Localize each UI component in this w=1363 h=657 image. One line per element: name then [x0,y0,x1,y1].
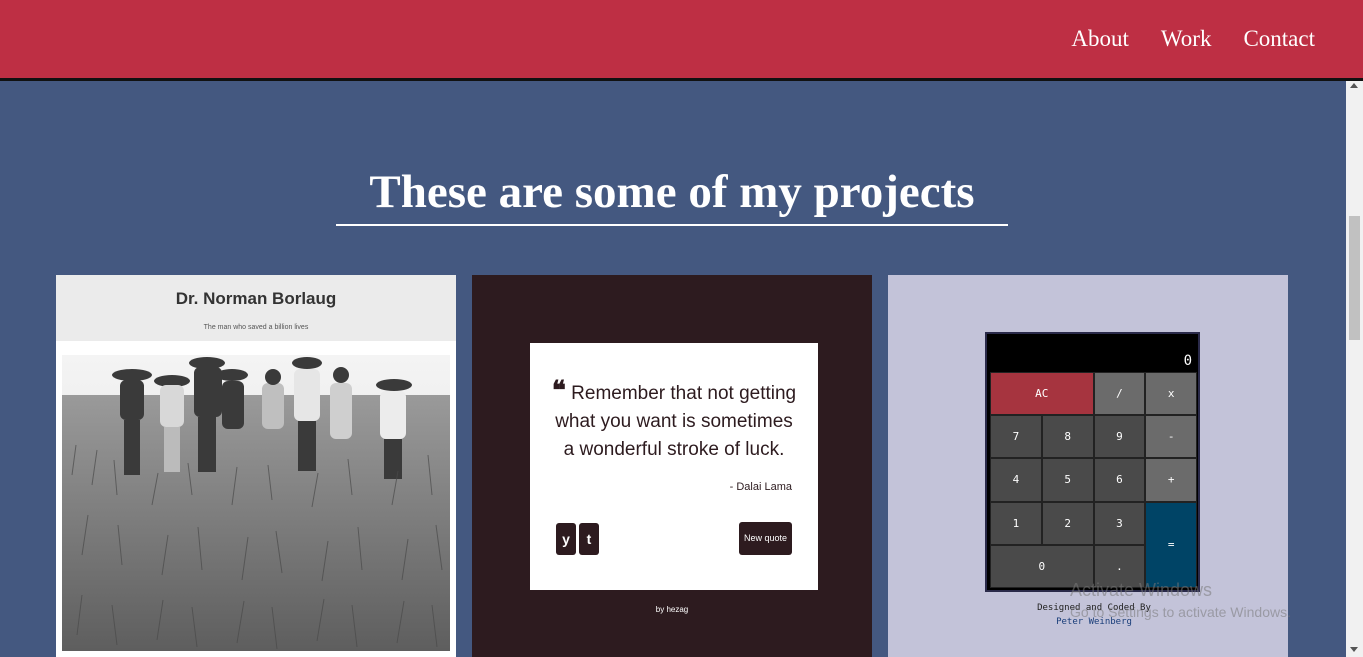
key-6[interactable]: 6 [1093,458,1146,502]
project-card-tribute[interactable]: Dr. Norman Borlaug The man who saved a b… [56,275,456,657]
project-card-quote-machine[interactable]: ❝ Remember that not getting what you wan… [472,275,872,657]
tribute-subtitle: The man who saved a billion lives [203,324,309,331]
scroll-up-arrow-icon[interactable] [1350,83,1358,88]
calculator-display: 0 [1183,353,1192,369]
activate-windows-title: Activate Windows [1070,580,1213,600]
tribute-title: Dr. Norman Borlaug [175,289,337,308]
key-subtract[interactable]: - [1145,415,1197,459]
tumblr-icon[interactable]: t [579,523,599,555]
quote-author: - Dalai Lama [729,481,792,493]
scrollbar-thumb[interactable] [1349,216,1360,340]
quote-box: ❝ Remember that not getting what you wan… [530,343,818,590]
scroll-down-arrow-icon[interactable] [1350,647,1358,652]
quote-content: Remember that not getting what you want … [555,383,797,460]
key-add[interactable]: + [1145,458,1197,502]
page-scrollbar[interactable] [1346,81,1363,657]
nav-link-work[interactable]: Work [1161,26,1212,52]
section-title: These are some of my projects [369,166,975,218]
calculator-keypad: AC / x 7 8 9 - 4 5 6 + 1 2 3 = 0 . [990,372,1197,588]
key-3[interactable]: 3 [1093,501,1146,545]
key-equals[interactable]: = [1145,501,1197,588]
key-9[interactable]: 9 [1093,415,1146,459]
quote-text: ❝ Remember that not getting what you wan… [550,377,798,464]
nav-link-contact[interactable]: Contact [1243,26,1315,52]
key-7[interactable]: 7 [990,415,1042,459]
key-1[interactable]: 1 [990,501,1042,545]
tribute-header: Dr. Norman Borlaug The man who saved a b… [56,275,456,341]
key-8[interactable]: 8 [1041,415,1094,459]
title-underline [336,224,1008,226]
key-multiply[interactable]: x [1145,372,1197,416]
key-4[interactable]: 4 [990,458,1042,502]
navbar: About Work Contact [0,0,1363,81]
calculator: 0 AC / x 7 8 9 - 4 5 6 + 1 2 3 = 0 . [985,332,1200,592]
wheat-field-photo [62,355,450,651]
key-5[interactable]: 5 [1041,458,1094,502]
twitter-icon[interactable]: y [556,523,576,555]
quote-mark-icon: ❝ [551,376,566,405]
key-divide[interactable]: / [1093,372,1146,416]
key-clear[interactable]: AC [990,372,1094,416]
nav-link-about[interactable]: About [1071,26,1129,52]
key-2[interactable]: 2 [1041,501,1094,545]
nav-links: About Work Contact [1071,26,1315,52]
quote-credit: by hezag [655,605,689,614]
new-quote-button[interactable]: New quote [739,522,792,555]
activate-windows-subtitle: Go to Settings to activate Windows. [1070,604,1291,620]
